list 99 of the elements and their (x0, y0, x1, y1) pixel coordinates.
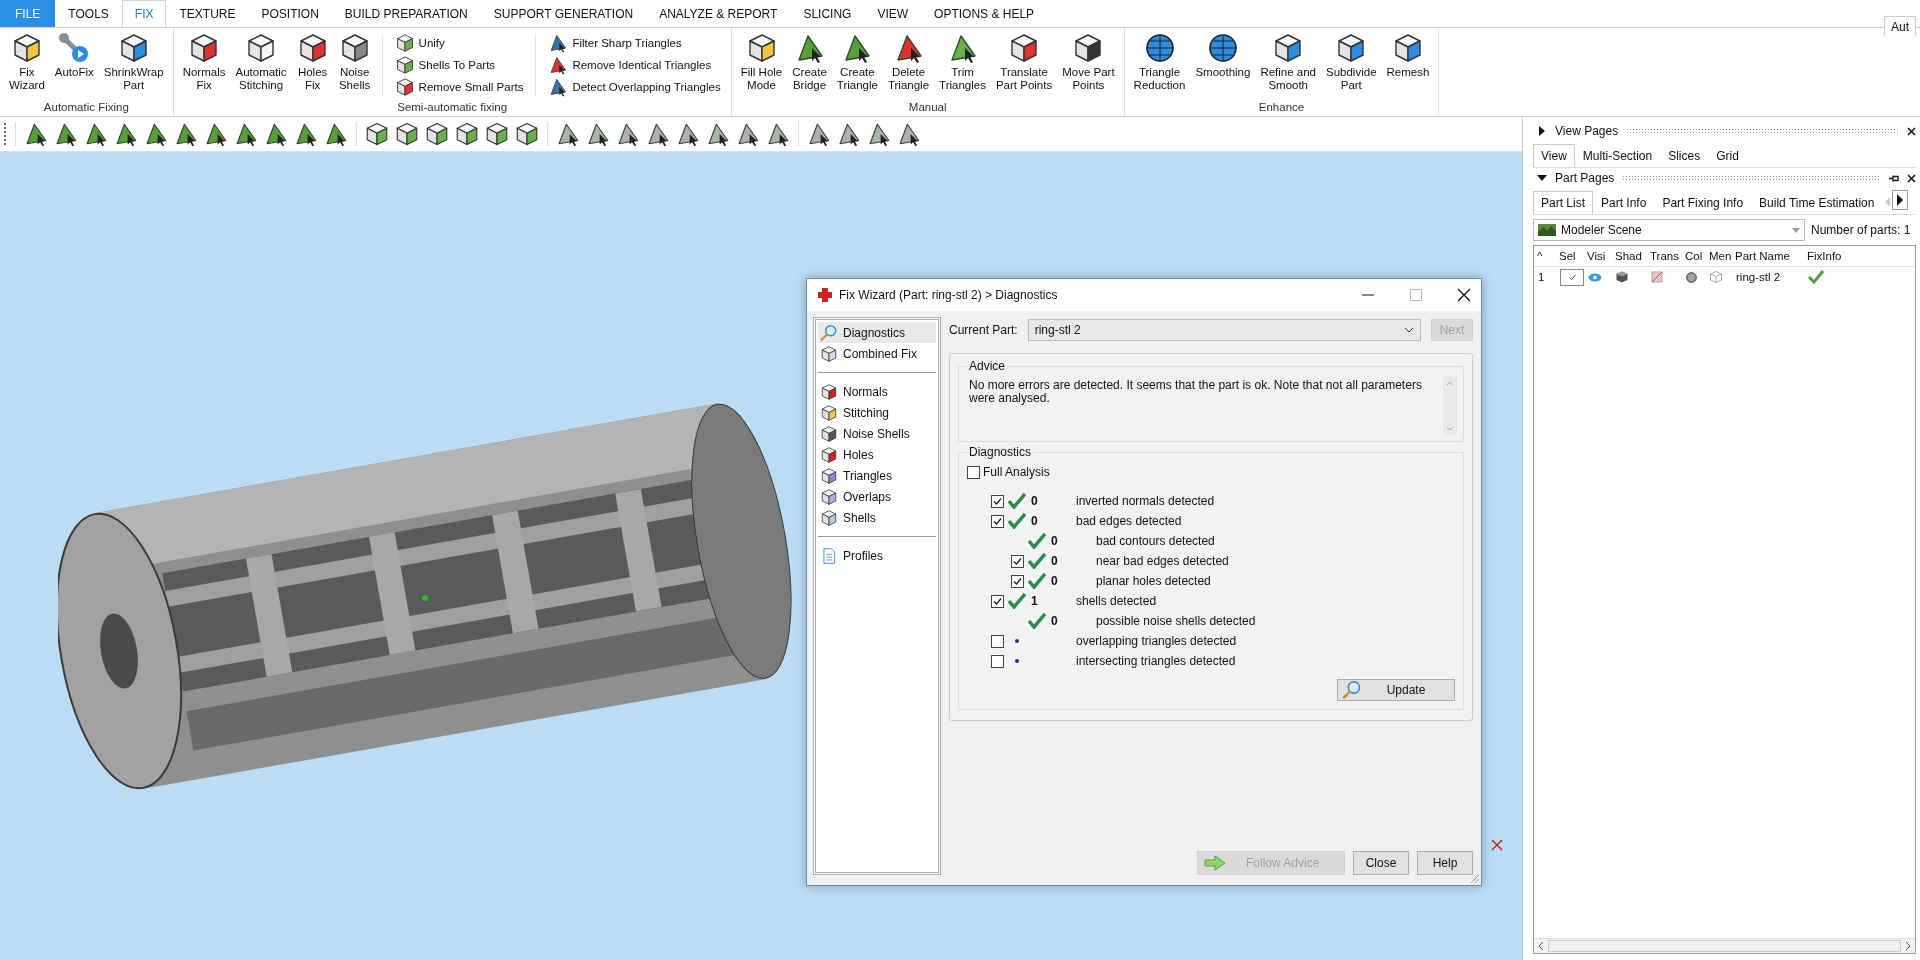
menu-tab[interactable]: BUILD PREPARATION (331, 0, 481, 27)
part-count: Number of parts: 1 (1811, 223, 1911, 237)
ribbon-button[interactable]: Translate Part Points (990, 30, 1058, 100)
ribbon-button[interactable]: Automatic Stitching (230, 30, 292, 100)
ribbon-button[interactable]: Remove Identical Triangles (548, 54, 721, 75)
ribbon-button[interactable]: Fill Hole Mode (735, 30, 788, 100)
ribbon-button[interactable]: ShrinkWrap Part (98, 30, 169, 100)
ribbon-button[interactable]: Fix Wizard (4, 30, 50, 100)
count: 1 (1031, 594, 1038, 608)
panel-tab[interactable]: Part List (1533, 191, 1593, 214)
panel-tab[interactable]: Slices (1660, 144, 1709, 167)
ribbon-button[interactable]: Delete Triangle (882, 30, 935, 100)
ribbon-button[interactable]: Remesh (1381, 30, 1435, 100)
diagnostic-label: inverted normals detected (1076, 494, 1215, 508)
menu-tab[interactable]: FIX (121, 0, 167, 27)
part-dropdown[interactable]: ring-stl 2 (1027, 319, 1421, 341)
ribbon-button[interactable]: Normals Fix (177, 30, 231, 100)
nav-item[interactable]: Shells (818, 507, 936, 528)
panel-tab[interactable]: Part Info (1593, 191, 1655, 214)
window-title: Fix Wizard (Part: ring-stl 2) > Diagnostics (839, 288, 1059, 302)
diagnostic-label: shells detected (1076, 594, 1157, 608)
group-title: Advice (967, 359, 1008, 373)
diagnostic-label: possible noise shells detected (1096, 614, 1256, 628)
ribbon-button[interactable]: Shells To Parts (394, 54, 524, 75)
ribbon-button[interactable]: Unify (394, 32, 524, 53)
table-cell-text: 1 (1537, 271, 1546, 283)
count: 0 (1051, 554, 1058, 568)
nav-item[interactable]: Normals (818, 381, 936, 402)
table-cell-text: ring-stl 2 (1735, 271, 1782, 283)
ribbon-button[interactable]: Move Part Points (1057, 30, 1120, 100)
scene-dropdown[interactable]: Modeler Scene (1533, 219, 1805, 241)
ribbon-button[interactable]: AutoFix (49, 30, 99, 100)
nav-item[interactable]: Profiles (818, 545, 936, 566)
ribbon-button[interactable]: Create Triangle (831, 30, 883, 100)
ribbon-button[interactable]: Remove Small Parts (394, 76, 524, 97)
nav-item[interactable]: Triangles (818, 465, 936, 486)
diagnostic-label: bad contours detected (1096, 534, 1215, 548)
nav-item[interactable]: Stitching (818, 402, 936, 423)
diagnostic-label: bad edges detected (1076, 514, 1182, 528)
panel-tab[interactable]: Multi-Section (1574, 144, 1661, 167)
menu-tab[interactable]: OPTIONS & HELP (921, 0, 1048, 27)
nav-item[interactable]: Combined Fix (818, 343, 936, 364)
group-title: Diagnostics (967, 445, 1034, 459)
column-header[interactable]: Visi (1584, 250, 1612, 262)
ribbon-button[interactable]: Create Bridge (787, 30, 832, 100)
ribbon-button[interactable]: Detect Overlapping Triangles (548, 76, 721, 97)
column-header[interactable]: ^ (1534, 250, 1556, 262)
group-label: Manual (908, 100, 947, 115)
ribbon-button[interactable]: Trim Triangles (934, 30, 991, 100)
column-header[interactable]: Sel (1556, 250, 1584, 262)
column-header[interactable]: Shad (1612, 250, 1647, 262)
menu-tab[interactable]: TOOLS (55, 0, 122, 27)
panel-tab[interactable]: Grid (1708, 144, 1747, 167)
ribbon-button[interactable]: Refine and Smooth (1255, 30, 1321, 100)
diagnostic-label: planar holes detected (1096, 574, 1211, 588)
nav-item[interactable]: Diagnostics (818, 322, 936, 343)
menu-tab[interactable]: POSITION (248, 0, 332, 27)
field-label: Current Part: (949, 323, 1018, 337)
advice-text: No more errors are detected. It seems that the part is ok. Note that not all parameters were analysed. (968, 377, 1423, 407)
menu-tab[interactable]: SLICING (790, 0, 865, 27)
diagnostic-label: intersecting triangles detected (1076, 654, 1236, 668)
diagnostic-label: overlapping triangles detected (1076, 634, 1237, 648)
diagnostic-label: near bad edges detected (1096, 554, 1229, 568)
column-header[interactable]: Men (1706, 250, 1732, 262)
menu-tab[interactable]: VIEW (864, 0, 922, 27)
panel-tab[interactable]: Build Time Estimation (1751, 191, 1883, 214)
column-header[interactable]: Col (1682, 250, 1706, 262)
count: 0 (1031, 514, 1038, 528)
count: 0 (1051, 534, 1058, 548)
group-label: Enhance (1258, 100, 1305, 115)
menu-tab[interactable]: SUPPORT GENERATION (480, 0, 647, 27)
panel-tab[interactable]: Aut (1884, 16, 1916, 36)
panel-title: Part Pages (1555, 171, 1615, 185)
group-label: Automatic Fixing (43, 100, 129, 115)
column-header[interactable]: FixInfo (1804, 250, 1854, 262)
count: 0 (1051, 614, 1058, 628)
nav-item[interactable]: Holes (818, 444, 936, 465)
group-label: Semi-automatic fixing (397, 100, 508, 115)
ribbon-button[interactable]: Subdivide Part (1321, 30, 1382, 100)
nav-item[interactable]: Noise Shells (818, 423, 936, 444)
count: 0 (1051, 574, 1058, 588)
checkbox-label: Full Analysis (983, 465, 1050, 479)
nav-item[interactable]: Overlaps (818, 486, 936, 507)
ribbon-button[interactable]: Smoothing (1190, 30, 1256, 100)
column-header[interactable]: Part Name (1732, 250, 1804, 262)
update-button[interactable]: Update (1337, 679, 1455, 701)
column-header[interactable]: Trans (1647, 250, 1682, 262)
menu-tab[interactable]: ANALYZE & REPORT (646, 0, 791, 27)
count: 0 (1031, 494, 1038, 508)
ribbon-button[interactable]: Noise Shells (333, 30, 376, 100)
panel-tab[interactable]: View (1533, 144, 1575, 167)
ribbon-button[interactable]: Holes Fix (291, 30, 334, 100)
dialog-button[interactable]: Close (1353, 851, 1409, 875)
ribbon-button[interactable]: Filter Sharp Triangles (548, 32, 721, 53)
dialog-button[interactable]: Help (1417, 851, 1473, 875)
panel-title: View Pages (1555, 124, 1619, 138)
menu-tab[interactable]: TEXTURE (166, 0, 249, 27)
panel-tab[interactable]: Part Fixing Info (1654, 191, 1752, 214)
ribbon-button[interactable]: Triangle Reduction (1128, 30, 1191, 100)
